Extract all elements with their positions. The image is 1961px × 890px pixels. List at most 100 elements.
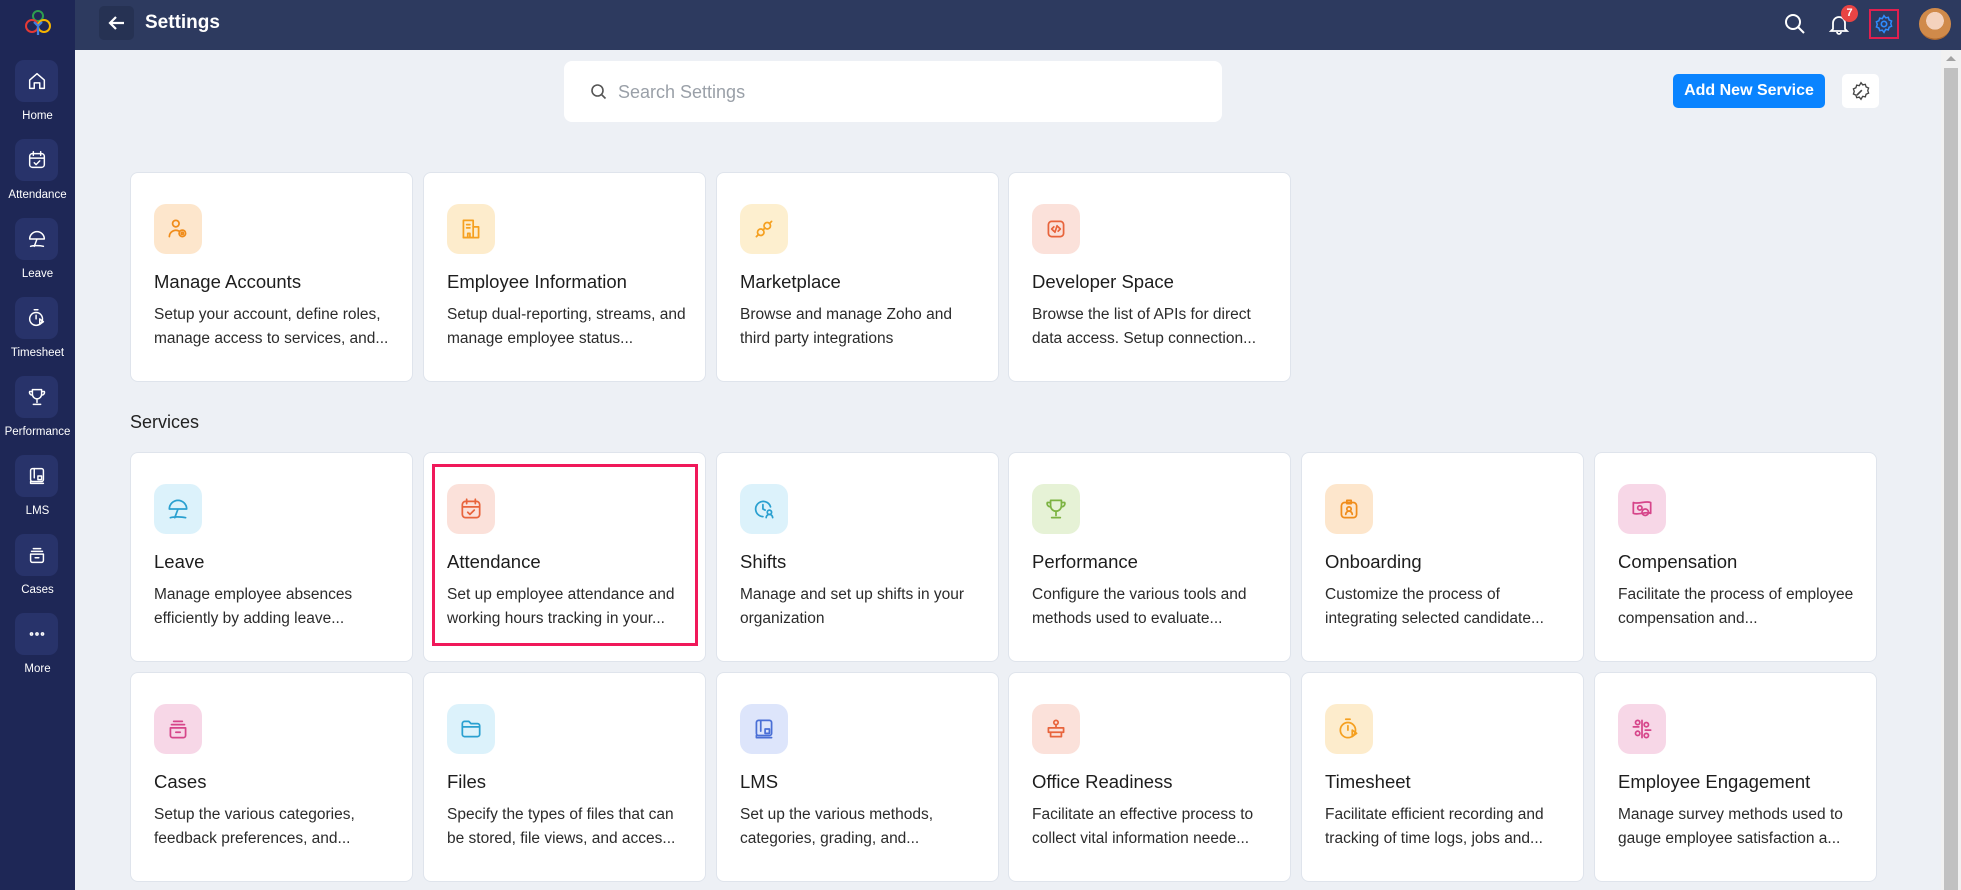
sidebar-icon-box (15, 297, 58, 339)
card-title: Employee Information (447, 271, 627, 292)
card-shifts[interactable]: Shifts Manage and set up shifts in your o… (716, 452, 999, 662)
clock-user-icon (754, 500, 774, 519)
calendar-check-icon (461, 498, 481, 519)
card-icon-box (154, 204, 202, 254)
sidebar-item-timesheet[interactable]: Timesheet (0, 297, 75, 376)
desk-icon (1047, 719, 1065, 738)
sidebar-item-label: Attendance (8, 189, 67, 201)
sidebar-icon-box (15, 613, 58, 655)
wrench-gear-icon (1852, 81, 1869, 101)
add-new-service-button[interactable]: Add New Service (1673, 74, 1825, 108)
code-icon (1047, 220, 1065, 238)
card-icon-box (1032, 704, 1080, 754)
card-files[interactable]: Files Specify the types of files that can… (423, 672, 706, 882)
global-search-button[interactable] (1780, 9, 1810, 39)
card-title: Files (447, 771, 487, 792)
card-description: Setup dual-reporting, streams, and manag… (447, 306, 686, 347)
card-onboarding[interactable]: Onboarding Customize the process of integ… (1301, 452, 1584, 662)
sidebar-item-home[interactable]: Home (0, 60, 75, 139)
search-icon (1785, 14, 1805, 34)
umbrella-icon (168, 499, 188, 519)
sidebar-item-label: Home (22, 110, 53, 122)
card-description: Browse the list of APIs for direct data … (1032, 306, 1257, 347)
back-arrow-icon (107, 16, 124, 30)
card-description: Customize the process of integrating sel… (1325, 586, 1544, 627)
card-title: Performance (1032, 551, 1138, 572)
card-description: Setup the various categories, feedback p… (154, 806, 355, 847)
card-marketplace[interactable]: Marketplace Browse and manage Zoho and th… (716, 172, 999, 382)
card-icon-box (447, 204, 495, 254)
card-title: Onboarding (1325, 551, 1422, 572)
card-timesheet[interactable]: Timesheet Facilitate efficient recording … (1301, 672, 1584, 882)
scrollbar-thumb[interactable] (1944, 68, 1958, 890)
page-title: Settings (145, 12, 220, 33)
search-input[interactable] (618, 75, 1198, 109)
card-description: Set up employee attendance and working h… (447, 586, 675, 627)
back-button[interactable] (99, 6, 134, 40)
cases-icon (169, 720, 187, 739)
timer-icon (1339, 718, 1358, 739)
card-employee-information[interactable]: Employee Information Setup dual-reporting… (423, 172, 706, 382)
sidebar: Home Attendance Leave Timesheet Performance L… (0, 0, 75, 890)
book-icon (29, 467, 44, 485)
customize-button[interactable] (1842, 74, 1879, 108)
settings-button[interactable] (1869, 9, 1899, 39)
badge-icon (1340, 499, 1358, 519)
services-heading: Services (130, 412, 200, 432)
card-office-readiness[interactable]: Office Readiness Facilitate an effective … (1008, 672, 1291, 882)
card-title: Marketplace (740, 271, 841, 292)
sidebar-item-more[interactable]: More (0, 613, 75, 692)
card-performance[interactable]: Performance Configure the various tools a… (1008, 452, 1291, 662)
card-icon-box (1032, 204, 1080, 254)
card-icon-box (740, 704, 788, 754)
sidebar-item-label: Performance (4, 426, 71, 438)
sidebar-item-leave[interactable]: Leave (0, 218, 75, 297)
card-icon-box (1618, 704, 1666, 754)
trophy-icon (28, 388, 45, 406)
sidebar-item-label: Cases (21, 584, 54, 596)
card-icon-box (1618, 484, 1666, 534)
sidebar-item-performance[interactable]: Performance (0, 376, 75, 455)
sidebar-icon-box (15, 534, 58, 576)
sidebar-item-label: Timesheet (10, 347, 65, 359)
card-title: Office Readiness (1032, 771, 1173, 792)
card-title: LMS (740, 771, 779, 792)
sidebar-item-label: LMS (25, 505, 50, 517)
sidebar-icon-box (15, 139, 58, 181)
card-leave[interactable]: Leave Manage employee absences efficientl… (130, 452, 413, 662)
card-attendance[interactable]: Attendance Set up employee attendance and… (423, 452, 706, 662)
scrollbar[interactable] (1941, 50, 1961, 890)
folder-icon (461, 720, 481, 738)
card-icon-box (1325, 704, 1373, 754)
sidebar-item-attendance[interactable]: Attendance (0, 139, 75, 218)
sidebar-item-cases[interactable]: Cases (0, 534, 75, 613)
scroll-up-arrow-icon[interactable] (1946, 56, 1956, 61)
card-description: Manage employee absences efficiently by … (154, 586, 353, 627)
card-icon-box (740, 484, 788, 534)
money-icon (1632, 501, 1652, 517)
card-lms[interactable]: LMS Set up the various methods, categorie… (716, 672, 999, 882)
top-bar: Settings 7 (75, 0, 1961, 50)
notifications-button[interactable]: 7 (1824, 5, 1858, 39)
card-employee-engagement[interactable]: Employee Engagement Manage survey methods… (1594, 672, 1877, 882)
card-description: Manage survey methods used to gauge empl… (1618, 806, 1843, 847)
card-title: Compensation (1618, 551, 1738, 572)
search-settings-box[interactable] (564, 61, 1222, 122)
book-icon (755, 719, 773, 739)
avatar[interactable] (1919, 8, 1951, 40)
card-compensation[interactable]: Compensation Facilitate the process of em… (1594, 452, 1877, 662)
sidebar-icon-box (15, 218, 58, 260)
card-icon-box (1325, 484, 1373, 534)
sidebar-item-lms[interactable]: LMS (0, 455, 75, 534)
card-title: Developer Space (1032, 271, 1174, 292)
sidebar-icon-box (15, 455, 58, 497)
sidebar-item-label: Leave (21, 268, 54, 280)
trophy-icon (1046, 499, 1066, 519)
card-manage-accounts[interactable]: Manage Accounts Setup your account, defin… (130, 172, 413, 382)
app-logo (25, 10, 51, 35)
card-icon-box (154, 704, 202, 754)
card-cases[interactable]: Cases Setup the various categories, feedb… (130, 672, 413, 882)
sidebar-icon-box (15, 60, 58, 102)
card-developer-space[interactable]: Developer Space Browse the list of APIs f… (1008, 172, 1291, 382)
card-description: Specify the types of files that can be s… (447, 806, 676, 847)
